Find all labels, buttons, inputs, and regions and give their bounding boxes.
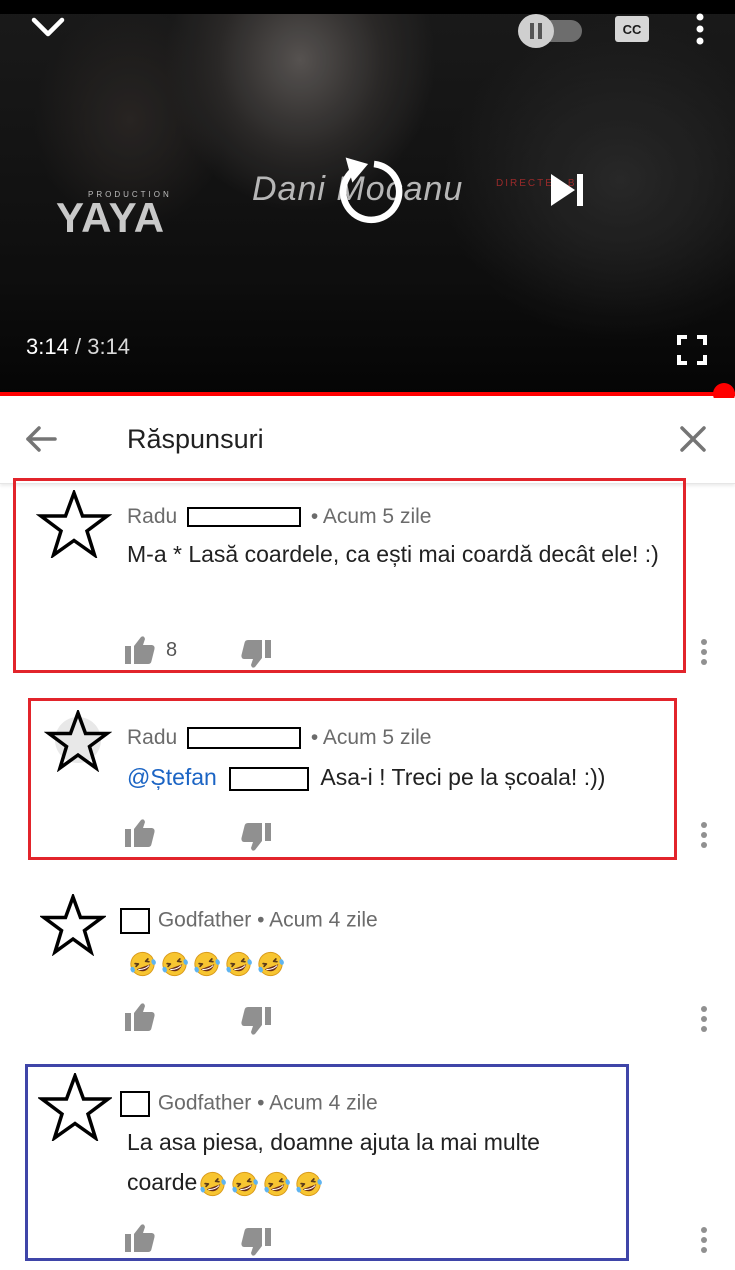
- avatar-star-icon[interactable]: [43, 707, 118, 784]
- comment-text: La asa piesa, doamne ajuta la mai multe …: [127, 1122, 687, 1202]
- comment-emojis: [127, 942, 287, 982]
- next-video-icon[interactable]: [540, 165, 594, 215]
- video-duration: 3:14: [87, 334, 131, 359]
- laughing-emoji-icon: [296, 1171, 323, 1197]
- comment-meta: Godfather • Acum 4 zile: [120, 1091, 378, 1117]
- comment-meta: Godfather • Acum 4 zile: [120, 908, 378, 934]
- comment-time: • Acum 4 zile: [257, 1091, 378, 1115]
- thumb-down-icon[interactable]: [240, 822, 274, 856]
- avatar-star-icon[interactable]: [35, 487, 113, 564]
- comment-menu-icon[interactable]: [694, 1223, 714, 1257]
- more-options-icon[interactable]: [690, 10, 710, 48]
- comment-menu-icon[interactable]: [694, 818, 714, 852]
- back-arrow-icon[interactable]: [20, 418, 62, 460]
- svg-text:CC: CC: [623, 22, 642, 37]
- autoplay-toggle[interactable]: [518, 12, 584, 48]
- author-name[interactable]: Godfather: [158, 1092, 251, 1115]
- mention-link[interactable]: @Ștefan: [127, 764, 217, 790]
- thumb-up-icon[interactable]: [124, 1002, 158, 1036]
- author-name[interactable]: Radu: [127, 505, 177, 528]
- laughing-emoji-icon: [232, 1171, 259, 1197]
- thumb-up-icon[interactable]: [124, 1223, 158, 1257]
- comment-emojis: [197, 1169, 325, 1197]
- replies-title: Răspunsuri: [127, 424, 264, 454]
- redacted-name-box: [187, 727, 302, 750]
- time-separator: /: [74, 334, 82, 359]
- replay-icon[interactable]: [318, 140, 418, 240]
- author-name[interactable]: Godfather: [158, 909, 251, 932]
- laughing-emoji-icon: [162, 951, 188, 977]
- list-item: Radu • Acum 5 zile M-a * Lasă coardele, …: [0, 480, 735, 675]
- list-item: Godfather • Acum 4 zile La asa piesa, do…: [0, 1065, 735, 1270]
- thumb-up-icon[interactable]: [124, 635, 158, 669]
- comment-time: • Acum 5 zile: [310, 726, 432, 749]
- comment-time: • Acum 5 zile: [310, 505, 432, 528]
- list-item: Godfather • Acum 4 zile: [0, 882, 735, 1047]
- comment-actions: [0, 818, 735, 854]
- pause-icon: [518, 14, 554, 48]
- like-count: 8: [166, 639, 178, 661]
- comment-menu-icon[interactable]: [694, 635, 714, 669]
- close-icon[interactable]: [672, 418, 714, 460]
- comment-meta: Radu • Acum 5 zile: [127, 726, 431, 750]
- redacted-name-box: [229, 766, 310, 791]
- laughing-emoji-icon: [258, 951, 284, 977]
- redacted-name-box: [187, 507, 302, 528]
- collapse-chevron-icon[interactable]: [28, 10, 68, 46]
- laughing-emoji-icon: [226, 951, 252, 977]
- thumb-down-icon[interactable]: [240, 1006, 274, 1040]
- comment-actions: [0, 1002, 735, 1038]
- comment-text-word: coarde: [127, 1169, 198, 1195]
- thumb-down-icon[interactable]: [240, 639, 274, 673]
- thumb-down-icon[interactable]: [240, 1227, 274, 1261]
- progress-bar[interactable]: [0, 392, 735, 396]
- playback-time: 3:14 / 3:14: [26, 334, 130, 360]
- fullscreen-icon[interactable]: [672, 330, 712, 370]
- avatar-star-icon[interactable]: [38, 891, 114, 968]
- comment-text: @Ștefan Asa-i ! Treci pe la școala! :)): [127, 757, 692, 797]
- laughing-emoji-icon: [130, 951, 156, 977]
- captions-icon[interactable]: CC: [612, 12, 652, 46]
- comment-text-line: coarde: [127, 1162, 687, 1202]
- redacted-avatar-box: [120, 1091, 150, 1117]
- comment-actions: [0, 1223, 735, 1259]
- laughing-emoji-icon: [194, 951, 220, 977]
- comment-text-line: La asa piesa, doamne ajuta la mai multe: [127, 1129, 540, 1155]
- current-time: 3:14: [26, 334, 69, 359]
- logo-yaya-text: YAYA: [56, 194, 166, 241]
- production-logo: PRODUCTION YAYA: [48, 190, 208, 241]
- laughing-emoji-icon: [264, 1171, 291, 1197]
- list-item: Radu • Acum 5 zile @Ștefan Asa-i ! Treci…: [0, 700, 735, 860]
- comment-meta: Radu • Acum 5 zile: [127, 505, 431, 529]
- comment-actions: 8: [0, 635, 735, 671]
- reply-text: Asa-i ! Treci pe la școala! :)): [320, 764, 606, 790]
- comment-time: • Acum 4 zile: [257, 908, 378, 932]
- video-player[interactable]: CC PRODUCTION YAYA Dani Mocanu DIRECTED …: [0, 0, 735, 395]
- thumb-up-icon[interactable]: [124, 818, 158, 852]
- author-name[interactable]: Radu: [127, 726, 177, 749]
- avatar-star-icon[interactable]: [36, 1070, 114, 1147]
- redacted-avatar-box: [120, 908, 150, 934]
- laughing-emoji-icon: [200, 1171, 227, 1197]
- comment-menu-icon[interactable]: [694, 1002, 714, 1036]
- replies-header: Răspunsuri: [0, 398, 735, 484]
- comment-text: M-a * Lasă coardele, ca ești mai coardă …: [127, 541, 659, 567]
